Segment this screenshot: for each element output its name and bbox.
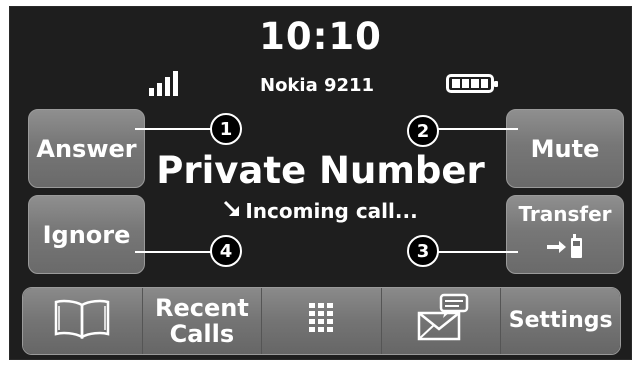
callout-1: 1 xyxy=(210,113,242,145)
callout-line-3 xyxy=(438,251,518,253)
bottom-toolbar: Recent Calls Settings xyxy=(22,287,621,355)
clock: 10:10 xyxy=(259,15,382,58)
transfer-to-phone-icon xyxy=(545,234,585,260)
callout-line-4 xyxy=(135,251,215,253)
call-status: Incoming call... xyxy=(10,199,631,223)
phonebook-button[interactable] xyxy=(23,288,143,354)
signal-strength-icon xyxy=(149,70,185,96)
call-status-text: Incoming call... xyxy=(245,199,418,223)
callout-line-1 xyxy=(135,128,215,130)
messages-button[interactable] xyxy=(381,288,502,354)
battery-icon xyxy=(446,74,498,93)
phonebook-icon xyxy=(51,297,113,345)
recent-calls-line2: Calls xyxy=(169,320,235,348)
device-name: Nokia 9211 xyxy=(260,75,375,96)
callout-line-2 xyxy=(438,128,518,130)
callout-2: 2 xyxy=(407,115,439,147)
car-display: 10:10 Nokia 9211 Answer Mute Ignore Tran… xyxy=(9,6,632,360)
recent-calls-button[interactable]: Recent Calls xyxy=(142,288,263,354)
messages-icon xyxy=(413,293,469,349)
settings-button[interactable]: Settings xyxy=(501,288,620,354)
callout-4: 4 xyxy=(210,235,242,267)
caller-name: Private Number xyxy=(156,149,485,192)
callout-3: 3 xyxy=(407,235,439,267)
recent-calls-line1: Recent xyxy=(154,293,249,322)
keypad-icon xyxy=(309,302,334,339)
keypad-button[interactable] xyxy=(262,288,382,354)
incoming-arrow-icon xyxy=(223,199,241,223)
